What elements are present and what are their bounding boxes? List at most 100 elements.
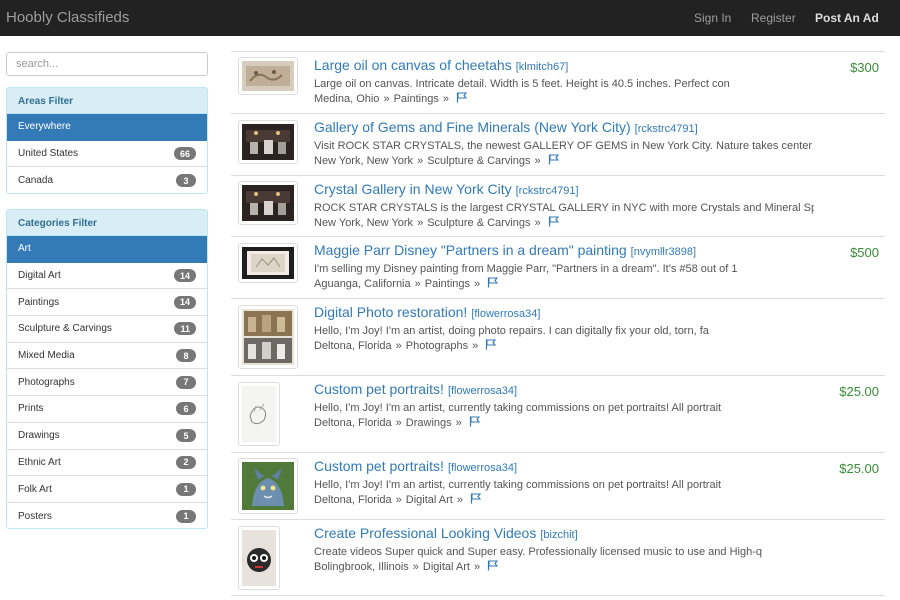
listing-location[interactable]: New York, New York	[314, 155, 413, 167]
flag-icon[interactable]	[456, 92, 468, 103]
count-badge: 8	[176, 349, 196, 363]
category-item-photographs[interactable]: Photographs 7	[7, 369, 207, 397]
listing-category[interactable]: Photographs	[406, 340, 468, 352]
listing-title-link[interactable]: Digital Photo restoration!	[314, 304, 467, 320]
listing-row[interactable]: Maggie Parr Disney "Partners in a dream"…	[231, 236, 885, 298]
count-badge: 66	[173, 147, 196, 161]
listing-row[interactable]: Crystal Gallery in New York City [rckstrc…	[231, 175, 885, 236]
listing-row[interactable]: Large oil on canvas of cheetahs [klmitch6…	[231, 51, 885, 113]
area-item-canada[interactable]: Canada 3	[7, 167, 207, 193]
listing-location[interactable]: Aguanga, California	[314, 278, 411, 290]
listing-thumbnail[interactable]	[238, 458, 298, 514]
listing-user-link[interactable]: [rckstrc4791]	[516, 185, 579, 197]
listing-thumbnail[interactable]	[238, 120, 298, 164]
separator: »	[395, 340, 402, 352]
listing-user-link[interactable]: [nvymllr3898]	[631, 246, 696, 258]
flag-icon[interactable]	[469, 416, 481, 427]
listing-price: $25.00	[839, 461, 879, 476]
site-brand[interactable]: Hoobly Classifieds	[6, 9, 129, 26]
area-item-everywhere[interactable]: Everywhere	[7, 114, 207, 141]
listing-location[interactable]: Deltona, Florida	[314, 340, 392, 352]
separator: »	[417, 155, 424, 167]
category-item-digital-art[interactable]: Digital Art 14	[7, 263, 207, 290]
listing-location[interactable]: New York, New York	[314, 217, 413, 229]
category-item-ethnic-art[interactable]: Ethnic Art 2	[7, 450, 207, 477]
flag-icon[interactable]	[487, 277, 499, 288]
flag-icon[interactable]	[487, 560, 499, 571]
area-item-united-states[interactable]: United States 66	[7, 141, 207, 168]
category-item-label: Mixed Media	[18, 350, 75, 362]
listing-category[interactable]: Paintings	[425, 278, 470, 290]
listing-row[interactable]: Gallery of Gems and Fine Minerals (New Y…	[231, 113, 885, 175]
search-input[interactable]	[6, 52, 208, 76]
listing-category[interactable]: Drawings	[406, 417, 452, 429]
listing-title-link[interactable]: Large oil on canvas of cheetahs	[314, 57, 512, 73]
category-item-posters[interactable]: Posters 1	[7, 503, 207, 528]
listing-title-link[interactable]: Custom pet portraits!	[314, 381, 444, 397]
areas-filter-panel: Areas Filter Everywhere United States 66…	[6, 87, 208, 194]
listing-category[interactable]: Paintings	[394, 93, 439, 105]
listing-location[interactable]: Deltona, Florida	[314, 417, 392, 429]
separator: »	[456, 494, 463, 506]
listing-row[interactable]: Create Professional Looking Videos [bizch…	[231, 519, 885, 596]
flag-icon[interactable]	[485, 339, 497, 350]
listing-location[interactable]: Deltona, Florida	[314, 494, 392, 506]
listing-description: Visit ROCK STAR CRYSTALS, the newest GAL…	[314, 140, 813, 152]
listing-description: Create videos Super quick and Super easy…	[314, 546, 762, 558]
listing-thumbnail[interactable]	[238, 57, 298, 95]
disney-painting-image	[242, 247, 294, 279]
separator: »	[534, 155, 541, 167]
listing-user-link[interactable]: [flowerrosa34]	[448, 462, 517, 474]
listing-thumbnail[interactable]	[238, 526, 280, 590]
gem-gallery-image	[242, 124, 294, 160]
post-ad-link[interactable]: Post An Ad	[815, 11, 879, 25]
flag-icon[interactable]	[548, 216, 560, 227]
listing-category[interactable]: Sculpture & Carvings	[427, 217, 530, 229]
listing-meta: Bolingbrook, Illinois» Digital Art»	[314, 560, 499, 573]
listing-title-link[interactable]: Custom pet portraits!	[314, 458, 444, 474]
listing-user-link[interactable]: [klmitch67]	[516, 61, 569, 73]
listing-title-link[interactable]: Crystal Gallery in New York City	[314, 181, 512, 197]
sign-in-link[interactable]: Sign In	[694, 11, 731, 25]
area-item-label: United States	[18, 148, 79, 160]
category-item-art[interactable]: Art	[7, 236, 207, 263]
categories-filter-panel: Categories Filter Art Digital Art 14 Pain…	[6, 209, 208, 529]
listing-category[interactable]: Sculpture & Carvings	[427, 155, 530, 167]
category-item-label: Paintings	[18, 296, 60, 308]
listing-thumbnail[interactable]	[238, 382, 280, 446]
listing-user-link[interactable]: [bizchit]	[540, 529, 577, 541]
listing-title-link[interactable]: Create Professional Looking Videos	[314, 525, 536, 541]
category-item-mixed-media[interactable]: Mixed Media 8	[7, 343, 207, 370]
register-link[interactable]: Register	[751, 11, 796, 25]
listing-description: Hello, I'm Joy! I'm an artist, doing pho…	[314, 325, 709, 337]
listing-row[interactable]: Custom pet portraits! [flowerrosa34] Hell…	[231, 375, 885, 452]
listing-category[interactable]: Digital Art	[406, 494, 453, 506]
category-item-prints[interactable]: Prints 6	[7, 396, 207, 423]
separator: »	[442, 93, 449, 105]
separator: »	[474, 278, 481, 290]
listing-thumbnail[interactable]	[238, 181, 298, 225]
flag-icon[interactable]	[548, 154, 560, 165]
listing-price: $500	[850, 245, 879, 260]
listing-category[interactable]: Digital Art	[423, 561, 470, 573]
listing-location[interactable]: Medina, Ohio	[314, 93, 379, 105]
listing-description: Large oil on canvas. Intricate detail. W…	[314, 78, 730, 90]
listing-thumbnail[interactable]	[238, 243, 298, 283]
listing-user-link[interactable]: [flowerrosa34]	[471, 308, 540, 320]
listing-row[interactable]: Digital Photo restoration! [flowerrosa34]…	[231, 298, 885, 375]
category-item-folk-art[interactable]: Folk Art 1	[7, 476, 207, 503]
listing-location[interactable]: Bolingbrook, Illinois	[314, 561, 409, 573]
flag-icon[interactable]	[470, 493, 482, 504]
separator: »	[472, 340, 479, 352]
listing-price: $25.00	[839, 384, 879, 399]
category-item-paintings[interactable]: Paintings 14	[7, 289, 207, 317]
listing-user-link[interactable]: [flowerrosa34]	[448, 385, 517, 397]
listing-row[interactable]: Custom pet portraits! [flowerrosa34] Hell…	[231, 452, 885, 519]
listing-title-link[interactable]: Gallery of Gems and Fine Minerals (New Y…	[314, 119, 631, 135]
category-item-drawings[interactable]: Drawings 5	[7, 423, 207, 450]
listing-thumbnail[interactable]	[238, 305, 298, 369]
listing-description: I'm selling my Disney painting from Magg…	[314, 263, 738, 275]
listing-title-link[interactable]: Maggie Parr Disney "Partners in a dream"…	[314, 242, 627, 258]
category-item-sculpture-carvings[interactable]: Sculpture & Carvings 11	[7, 316, 207, 343]
listing-user-link[interactable]: [rckstrc4791]	[635, 123, 698, 135]
